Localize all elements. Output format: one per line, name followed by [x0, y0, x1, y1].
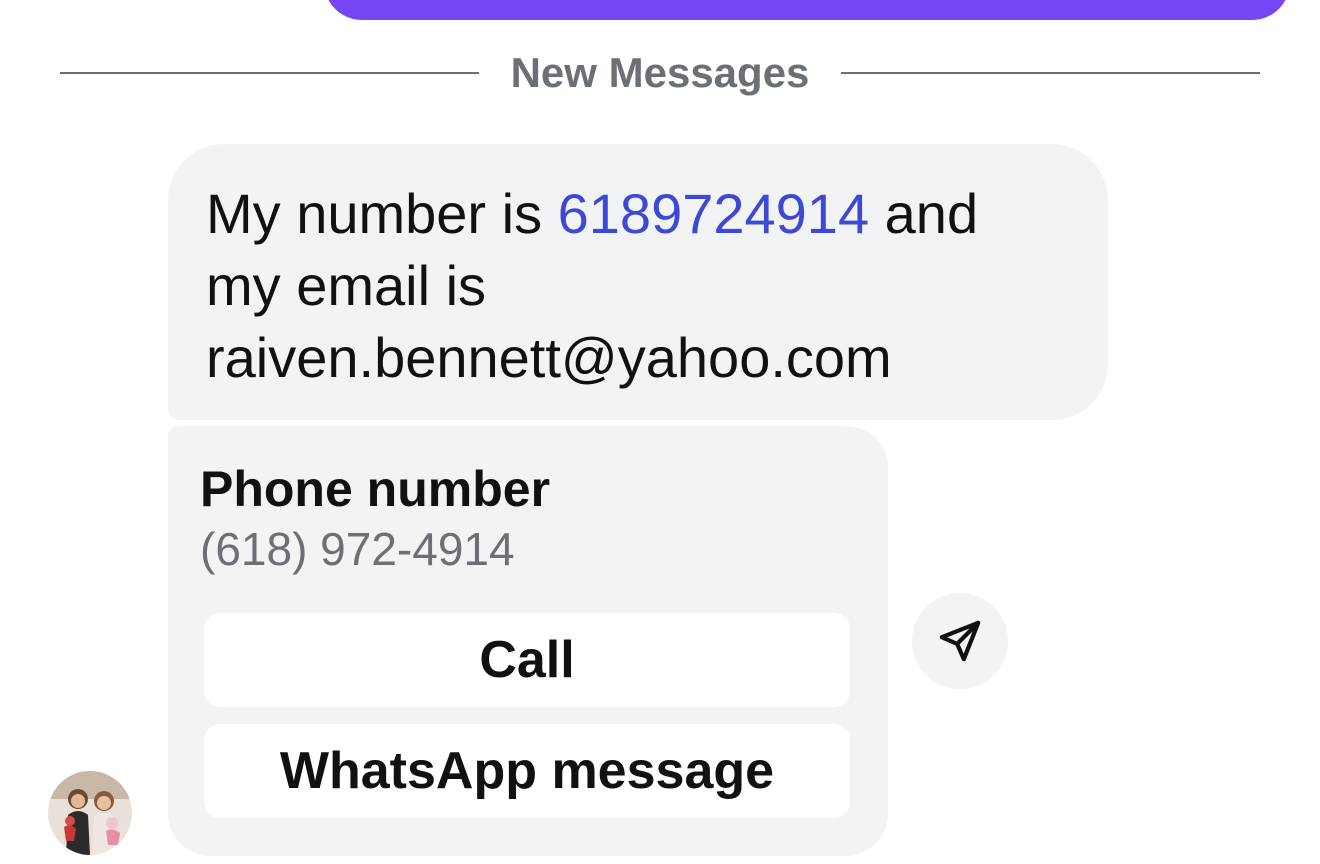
phone-number-link[interactable]: 6189724914: [558, 182, 869, 245]
incoming-message-bubble[interactable]: My number is 6189724914 and my email is …: [168, 144, 1108, 420]
divider-line-right: [841, 72, 1261, 74]
card-title: Phone number: [200, 461, 551, 517]
divider-line-left: [60, 72, 479, 74]
call-button[interactable]: Call: [204, 613, 850, 707]
share-button[interactable]: [912, 593, 1008, 689]
new-messages-label: New Messages: [510, 49, 810, 96]
card-phone-number: (618) 972-4914: [200, 523, 515, 575]
message-prefix: My number is: [206, 182, 558, 245]
outgoing-message-bubble[interactable]: [324, 0, 1290, 20]
message-line-2: my email is: [206, 254, 487, 317]
send-icon: [939, 620, 981, 662]
new-messages-divider: New Messages: [60, 48, 1261, 98]
message-email: raiven.bennett@yahoo.com: [206, 326, 892, 389]
message-line-1: My number is 6189724914 and: [206, 178, 1070, 250]
avatar[interactable]: [48, 771, 132, 855]
whatsapp-message-button[interactable]: WhatsApp message: [204, 724, 850, 818]
message-suffix: and: [869, 182, 979, 245]
avatar-image: [48, 771, 132, 855]
phone-number-card: Phone number (618) 972-4914 Call WhatsAp…: [168, 426, 888, 856]
